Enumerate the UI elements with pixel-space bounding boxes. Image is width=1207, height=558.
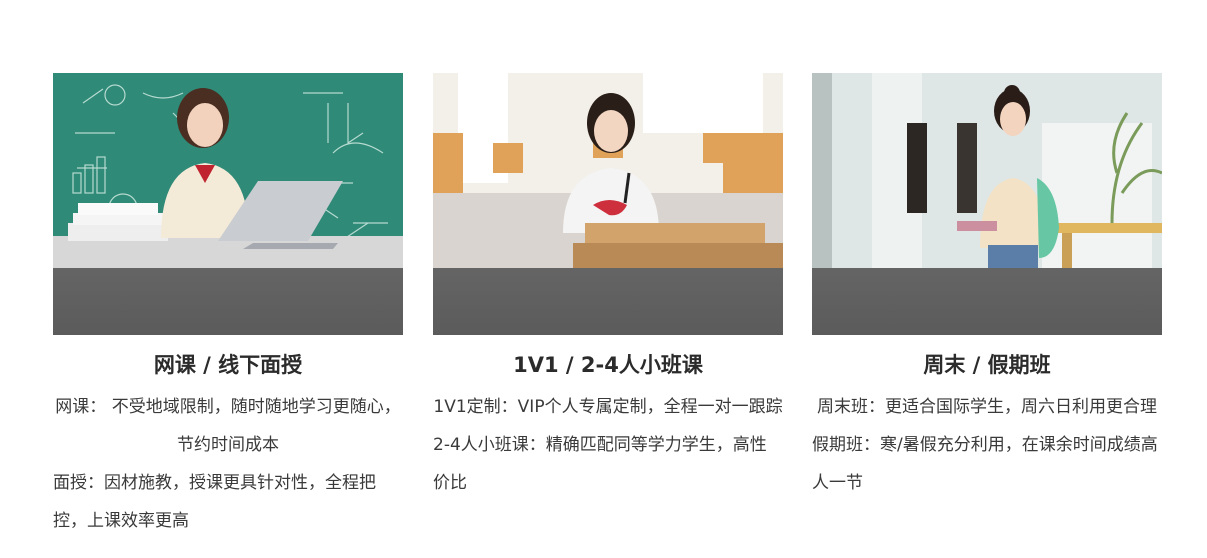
card-description-offline: 面授：因材施教，授课更具针对性，全程把控，上课效率更高 bbox=[53, 473, 376, 531]
course-card-weekend-holiday[interactable]: 周末 / 假期班 周末班：更适合国际学生，周六日利用更合理 假期班：寒/暑假充分… bbox=[812, 73, 1162, 502]
card-title: 1V1 / 2-4人小班课 bbox=[513, 353, 703, 377]
card-description-weekend: 周末班：更适合国际学生，周六日利用更合理 bbox=[817, 397, 1157, 417]
card-description-1v1: 1V1定制：VIP个人专属定制，全程一对一跟踪 bbox=[433, 397, 783, 417]
card-title: 网课 / 线下面授 bbox=[153, 353, 303, 377]
card-description-small-class: 2-4人小班课：精确匹配同等学力学生，高性价比 bbox=[433, 435, 767, 493]
course-photo-1v1 bbox=[433, 73, 783, 335]
student-hallway-backpack-image bbox=[812, 73, 1162, 268]
course-photo-online bbox=[53, 73, 403, 335]
card-description-holiday: 假期班：寒/暑假充分利用，在课余时间成绩高人一节 bbox=[812, 435, 1158, 493]
student-laptop-chalkboard-image bbox=[53, 73, 403, 268]
course-photo-weekend bbox=[812, 73, 1162, 335]
card-title: 周末 / 假期班 bbox=[923, 353, 1051, 377]
card-description-online: 网课： 不受地域限制，随时随地学习更随心，节约时间成本 bbox=[55, 397, 401, 455]
course-card-online-offline[interactable]: 网课 / 线下面授 网课： 不受地域限制，随时随地学习更随心，节约时间成本 面授… bbox=[53, 73, 403, 540]
student-classroom-desk-image bbox=[433, 73, 783, 268]
course-cards: 网课 / 线下面授 网课： 不受地域限制，随时随地学习更随心，节约时间成本 面授… bbox=[0, 0, 1207, 558]
course-card-1v1-small-class[interactable]: 1V1 / 2-4人小班课 1V1定制：VIP个人专属定制，全程一对一跟踪 2-… bbox=[433, 73, 783, 502]
